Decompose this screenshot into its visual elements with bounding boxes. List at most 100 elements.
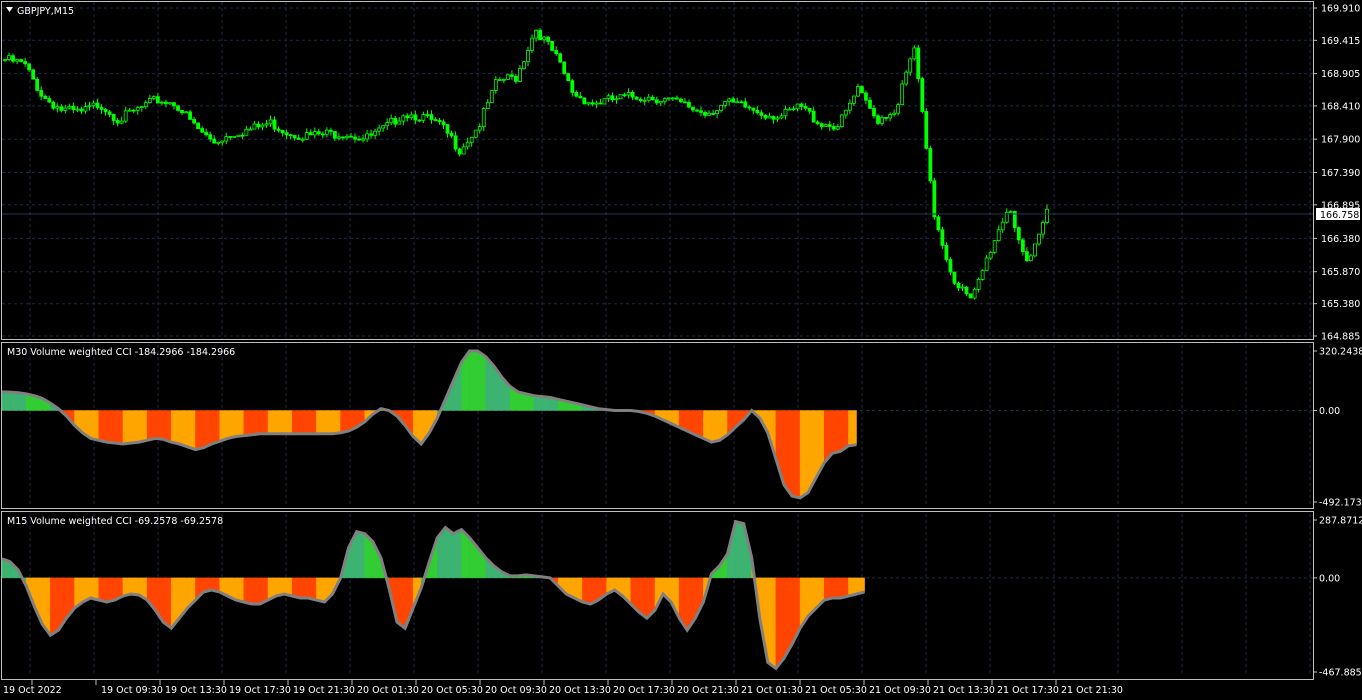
candle-body	[35, 78, 40, 91]
candle-body	[445, 124, 450, 134]
candle-body	[827, 124, 832, 127]
candle-body	[473, 129, 478, 138]
candle-body	[904, 71, 909, 85]
cci-bar	[195, 410, 204, 450]
candle-body	[99, 107, 104, 110]
candle-body	[481, 108, 486, 128]
price-tick-label: 167.390	[1321, 168, 1360, 179]
candle-body	[389, 117, 394, 124]
candle-body	[324, 129, 329, 135]
candle-body	[284, 132, 289, 136]
cci-tick-label: 320.2438	[1319, 347, 1362, 358]
candle-body	[755, 109, 760, 114]
candle-body	[707, 113, 711, 116]
candle-body	[912, 47, 917, 60]
cci-bar	[235, 410, 245, 437]
cci-bar	[243, 410, 253, 436]
candle-body	[1045, 208, 1049, 223]
cci-bar	[187, 410, 196, 450]
candle-body	[582, 97, 587, 105]
candle-body	[578, 95, 583, 99]
candle-body	[530, 37, 534, 51]
cci-bar	[9, 391, 19, 411]
candle-body	[928, 148, 933, 182]
candle-body	[385, 122, 390, 127]
cci-bar	[203, 410, 212, 449]
candle-body	[95, 102, 100, 108]
candle-body	[409, 114, 414, 119]
candle-body	[638, 98, 643, 102]
candle-body	[413, 114, 418, 121]
price-tick-label: 169.415	[1321, 36, 1360, 47]
candle-body	[598, 102, 603, 105]
candle-body	[518, 68, 522, 82]
cci-bar	[138, 410, 148, 443]
candle-body	[1008, 211, 1013, 213]
candle-body	[1037, 233, 1041, 245]
candle-body	[711, 113, 715, 115]
time-tick-label: 21 Oct 09:30	[869, 685, 931, 696]
candle-body	[719, 105, 724, 111]
candle-body	[980, 269, 985, 280]
cci-bar	[300, 410, 309, 435]
candle-body	[505, 74, 510, 80]
cci-tick-label: -492.1739	[1319, 498, 1362, 509]
candle-body	[31, 69, 36, 80]
candle-body	[71, 105, 76, 110]
candle-body	[687, 101, 691, 108]
candle-body	[288, 134, 293, 137]
candle-body	[715, 110, 720, 115]
candle-body	[421, 114, 426, 121]
cci-bar	[90, 577, 99, 601]
candle-body	[948, 259, 953, 273]
candle-body	[602, 98, 607, 105]
candle-body	[795, 103, 800, 110]
candle-body	[956, 282, 961, 289]
time-tick-label: 21 Oct 05:30	[805, 685, 867, 696]
candle-body	[497, 79, 502, 81]
candle-body	[337, 136, 341, 139]
candle-body	[381, 125, 386, 129]
candle-body	[1024, 251, 1029, 261]
cci-m15-title: M15 Volume weighted CCI -69.2578 -69.257…	[7, 516, 223, 527]
candle-body	[353, 136, 357, 140]
candle-body	[606, 95, 611, 100]
candle-body	[992, 240, 997, 253]
candle-body	[952, 271, 957, 284]
candle-body	[924, 111, 929, 149]
candle-body	[634, 96, 639, 100]
time-tick-label: 21 Oct 01:30	[741, 685, 803, 696]
candle-body	[723, 101, 728, 106]
candle-body	[574, 92, 579, 97]
candle-body	[83, 106, 88, 112]
time-tick-label: 21 Oct 21:30	[1061, 685, 1123, 696]
candle-body	[67, 105, 72, 109]
candle-body	[843, 109, 848, 116]
dropdown-triangle-icon[interactable]	[6, 7, 13, 12]
cci-m15-axis: 287.8712 0.00 -467.8855	[1313, 516, 1362, 679]
cci-bar	[114, 410, 124, 445]
candle-body	[815, 121, 820, 125]
cci-bar	[316, 577, 325, 603]
candle-body	[691, 106, 695, 111]
time-tick-label: 20 Oct 17:30	[613, 685, 675, 696]
chart-canvas: 169.910 169.415 168.905 168.410 167.900 167.3…	[1, 1, 1362, 696]
candle-body	[216, 141, 221, 144]
candle-body	[594, 102, 599, 105]
candle-body	[79, 108, 84, 112]
candle-body	[570, 80, 575, 93]
candle-body	[160, 101, 164, 104]
cci-bar	[50, 577, 59, 636]
candle-body	[888, 114, 892, 119]
candle-body	[115, 120, 120, 124]
candle-body	[276, 128, 281, 131]
candle-body	[654, 99, 659, 104]
candle-body	[823, 124, 828, 127]
time-tick-label: 20 Oct 21:30	[677, 685, 739, 696]
candle-body	[972, 289, 977, 299]
candle-body	[526, 50, 530, 63]
candle-body	[538, 29, 542, 41]
cci-bar	[396, 577, 406, 629]
candle-body	[449, 132, 454, 137]
candle-body	[670, 97, 675, 100]
